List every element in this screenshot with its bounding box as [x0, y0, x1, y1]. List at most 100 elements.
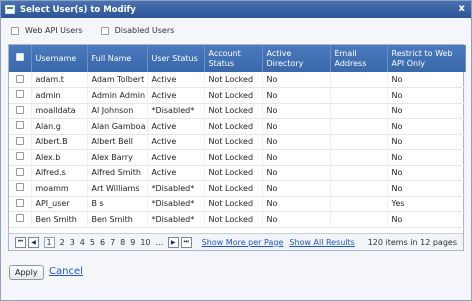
- page-number-link[interactable]: 1: [43, 236, 55, 248]
- cell-account-status: Not Locked: [204, 149, 263, 165]
- row-checkbox[interactable]: [15, 198, 24, 207]
- cell-account-status: Not Locked: [204, 72, 263, 88]
- web-api-users-checkbox[interactable]: [11, 26, 19, 35]
- row-checkbox[interactable]: [15, 74, 24, 83]
- table-row[interactable]: Albert.B Albert Bell Active Not Locked No No: [9, 134, 466, 150]
- pager-info: 120 items in 12 pages: [367, 237, 457, 247]
- page-number-link[interactable]: 10: [140, 238, 150, 247]
- select-users-dialog: Select User(s) to Modify x Web API Users…: [0, 0, 472, 301]
- cell-account-status: Not Locked: [204, 180, 263, 196]
- cell-active-directory: No: [262, 72, 331, 88]
- cell-restrict-web-api: No: [387, 211, 466, 227]
- select-all-checkbox[interactable]: [15, 53, 24, 61]
- cell-restrict-web-api: No: [387, 72, 466, 88]
- table-row[interactable]: Alex.b Alex Barry Active Not Locked No No: [9, 149, 466, 165]
- cell-full-name: B s: [87, 196, 148, 212]
- cell-username: API_user: [31, 196, 88, 212]
- column-header-full-name[interactable]: Full Name: [87, 45, 148, 72]
- cell-active-directory: No: [262, 165, 331, 181]
- show-all-results-link[interactable]: Show All Results: [289, 238, 354, 247]
- filter-disabled-users[interactable]: Disabled Users: [100, 26, 175, 35]
- column-header-email-address[interactable]: Email Address: [330, 45, 388, 72]
- cell-full-name: Art Williams: [87, 180, 148, 196]
- filter-bar: Web API Users Disabled Users: [11, 26, 192, 35]
- cell-active-directory: No: [262, 87, 331, 103]
- prev-page-button[interactable]: ◀: [28, 236, 39, 248]
- last-page-button[interactable]: ⏭: [180, 236, 192, 248]
- cell-email-address: [330, 103, 388, 119]
- disabled-users-label: Disabled Users: [114, 26, 175, 35]
- row-checkbox[interactable]: [15, 214, 24, 223]
- close-icon[interactable]: x: [459, 3, 465, 14]
- table-row[interactable]: Alfred.s Alfred Smith Active Not Locked No No: [9, 165, 466, 181]
- row-checkbox[interactable]: [15, 183, 24, 192]
- cell-user-status: Active: [147, 165, 205, 181]
- table-row[interactable]: API_user B s *Disabled* Not Locked No Yes: [9, 196, 466, 212]
- page-number-link[interactable]: 7: [110, 238, 115, 247]
- cell-email-address: [330, 211, 388, 227]
- row-select-cell: [9, 165, 32, 181]
- row-select-cell: [9, 211, 32, 227]
- next-page-button[interactable]: ▶: [167, 236, 179, 248]
- row-checkbox[interactable]: [15, 136, 24, 145]
- cell-restrict-web-api: Yes: [387, 196, 466, 212]
- cell-active-directory: No: [262, 196, 331, 212]
- cell-account-status: Not Locked: [204, 196, 263, 212]
- row-checkbox[interactable]: [15, 90, 24, 99]
- table-header-row: Username Full Name User Status Account S…: [9, 45, 466, 72]
- cell-active-directory: No: [262, 134, 331, 150]
- filter-web-api-users[interactable]: Web API Users: [11, 26, 83, 35]
- users-table: Username Full Name User Status Account S…: [9, 45, 466, 228]
- pager: ⏮ ◀ 1 2 3 4 5 6 7 8 9 10... ▶ ⏭ Show More per Pag…: [9, 233, 463, 250]
- row-select-cell: [9, 103, 32, 119]
- more-pages-link[interactable]: ...: [156, 238, 164, 247]
- table-row[interactable]: adam.t Adam Tolbert Active Not Locked No No: [9, 72, 466, 88]
- cell-username: moalldata: [31, 103, 88, 119]
- cell-restrict-web-api: No: [387, 134, 466, 150]
- cell-username: Albert.B: [31, 134, 88, 150]
- column-header-user-status[interactable]: User Status: [147, 45, 205, 72]
- page-number-link[interactable]: 8: [120, 238, 125, 247]
- page-number-link[interactable]: 6: [100, 238, 105, 247]
- page-number-link[interactable]: 9: [130, 238, 135, 247]
- cell-user-status: Active: [147, 72, 205, 88]
- table-row[interactable]: admin Admin Admin Active Not Locked No No: [9, 87, 466, 103]
- apply-button[interactable]: Apply: [9, 265, 44, 280]
- cell-user-status: Active: [147, 134, 205, 150]
- select-all-header: [9, 45, 32, 72]
- cell-restrict-web-api: No: [387, 118, 466, 134]
- row-checkbox[interactable]: [15, 105, 24, 114]
- cell-user-status: *Disabled*: [147, 211, 205, 227]
- title-bar: Select User(s) to Modify x: [1, 1, 471, 18]
- column-header-active-directory[interactable]: Active Directory: [262, 45, 331, 72]
- column-header-account-status[interactable]: Account Status: [204, 45, 263, 72]
- row-checkbox[interactable]: [15, 152, 24, 161]
- row-checkbox[interactable]: [15, 167, 24, 176]
- cell-full-name: Alex Barry: [87, 149, 148, 165]
- page-number-link[interactable]: 5: [90, 238, 95, 247]
- column-header-restrict-web-api[interactable]: Restrict to Web API Only: [387, 45, 466, 72]
- cell-full-name: Admin Admin: [87, 87, 148, 103]
- row-select-cell: [9, 72, 32, 88]
- show-more-per-page-link[interactable]: Show More per Page: [202, 238, 284, 247]
- table-row[interactable]: moalldata Al Johnson *Disabled* Not Locked N…: [9, 103, 466, 119]
- table-row[interactable]: Ben Smith Ben Smith *Disabled* Not Locked No…: [9, 211, 466, 227]
- row-checkbox[interactable]: [15, 121, 24, 130]
- web-api-users-label: Web API Users: [25, 26, 83, 35]
- page-number-link[interactable]: 4: [80, 238, 85, 247]
- cell-active-directory: No: [262, 180, 331, 196]
- table-row[interactable]: moamm Art Williams *Disabled* Not Locked No N…: [9, 180, 466, 196]
- page-number-link[interactable]: 3: [70, 238, 75, 247]
- disabled-users-checkbox[interactable]: [100, 26, 109, 35]
- cell-full-name: Alfred Smith: [87, 165, 148, 181]
- cancel-link[interactable]: Cancel: [49, 266, 83, 277]
- cell-email-address: [330, 134, 388, 150]
- cell-user-status: *Disabled*: [147, 196, 205, 212]
- page-number-link[interactable]: 2: [60, 238, 65, 247]
- cell-restrict-web-api: No: [387, 180, 466, 196]
- cell-account-status: Not Locked: [204, 134, 263, 150]
- table-row[interactable]: Alan.g Alan Gamboa Active Not Locked No No: [9, 118, 466, 134]
- row-select-cell: [9, 87, 32, 103]
- column-header-username[interactable]: Username: [31, 45, 88, 72]
- first-page-button[interactable]: ⏮: [15, 236, 26, 248]
